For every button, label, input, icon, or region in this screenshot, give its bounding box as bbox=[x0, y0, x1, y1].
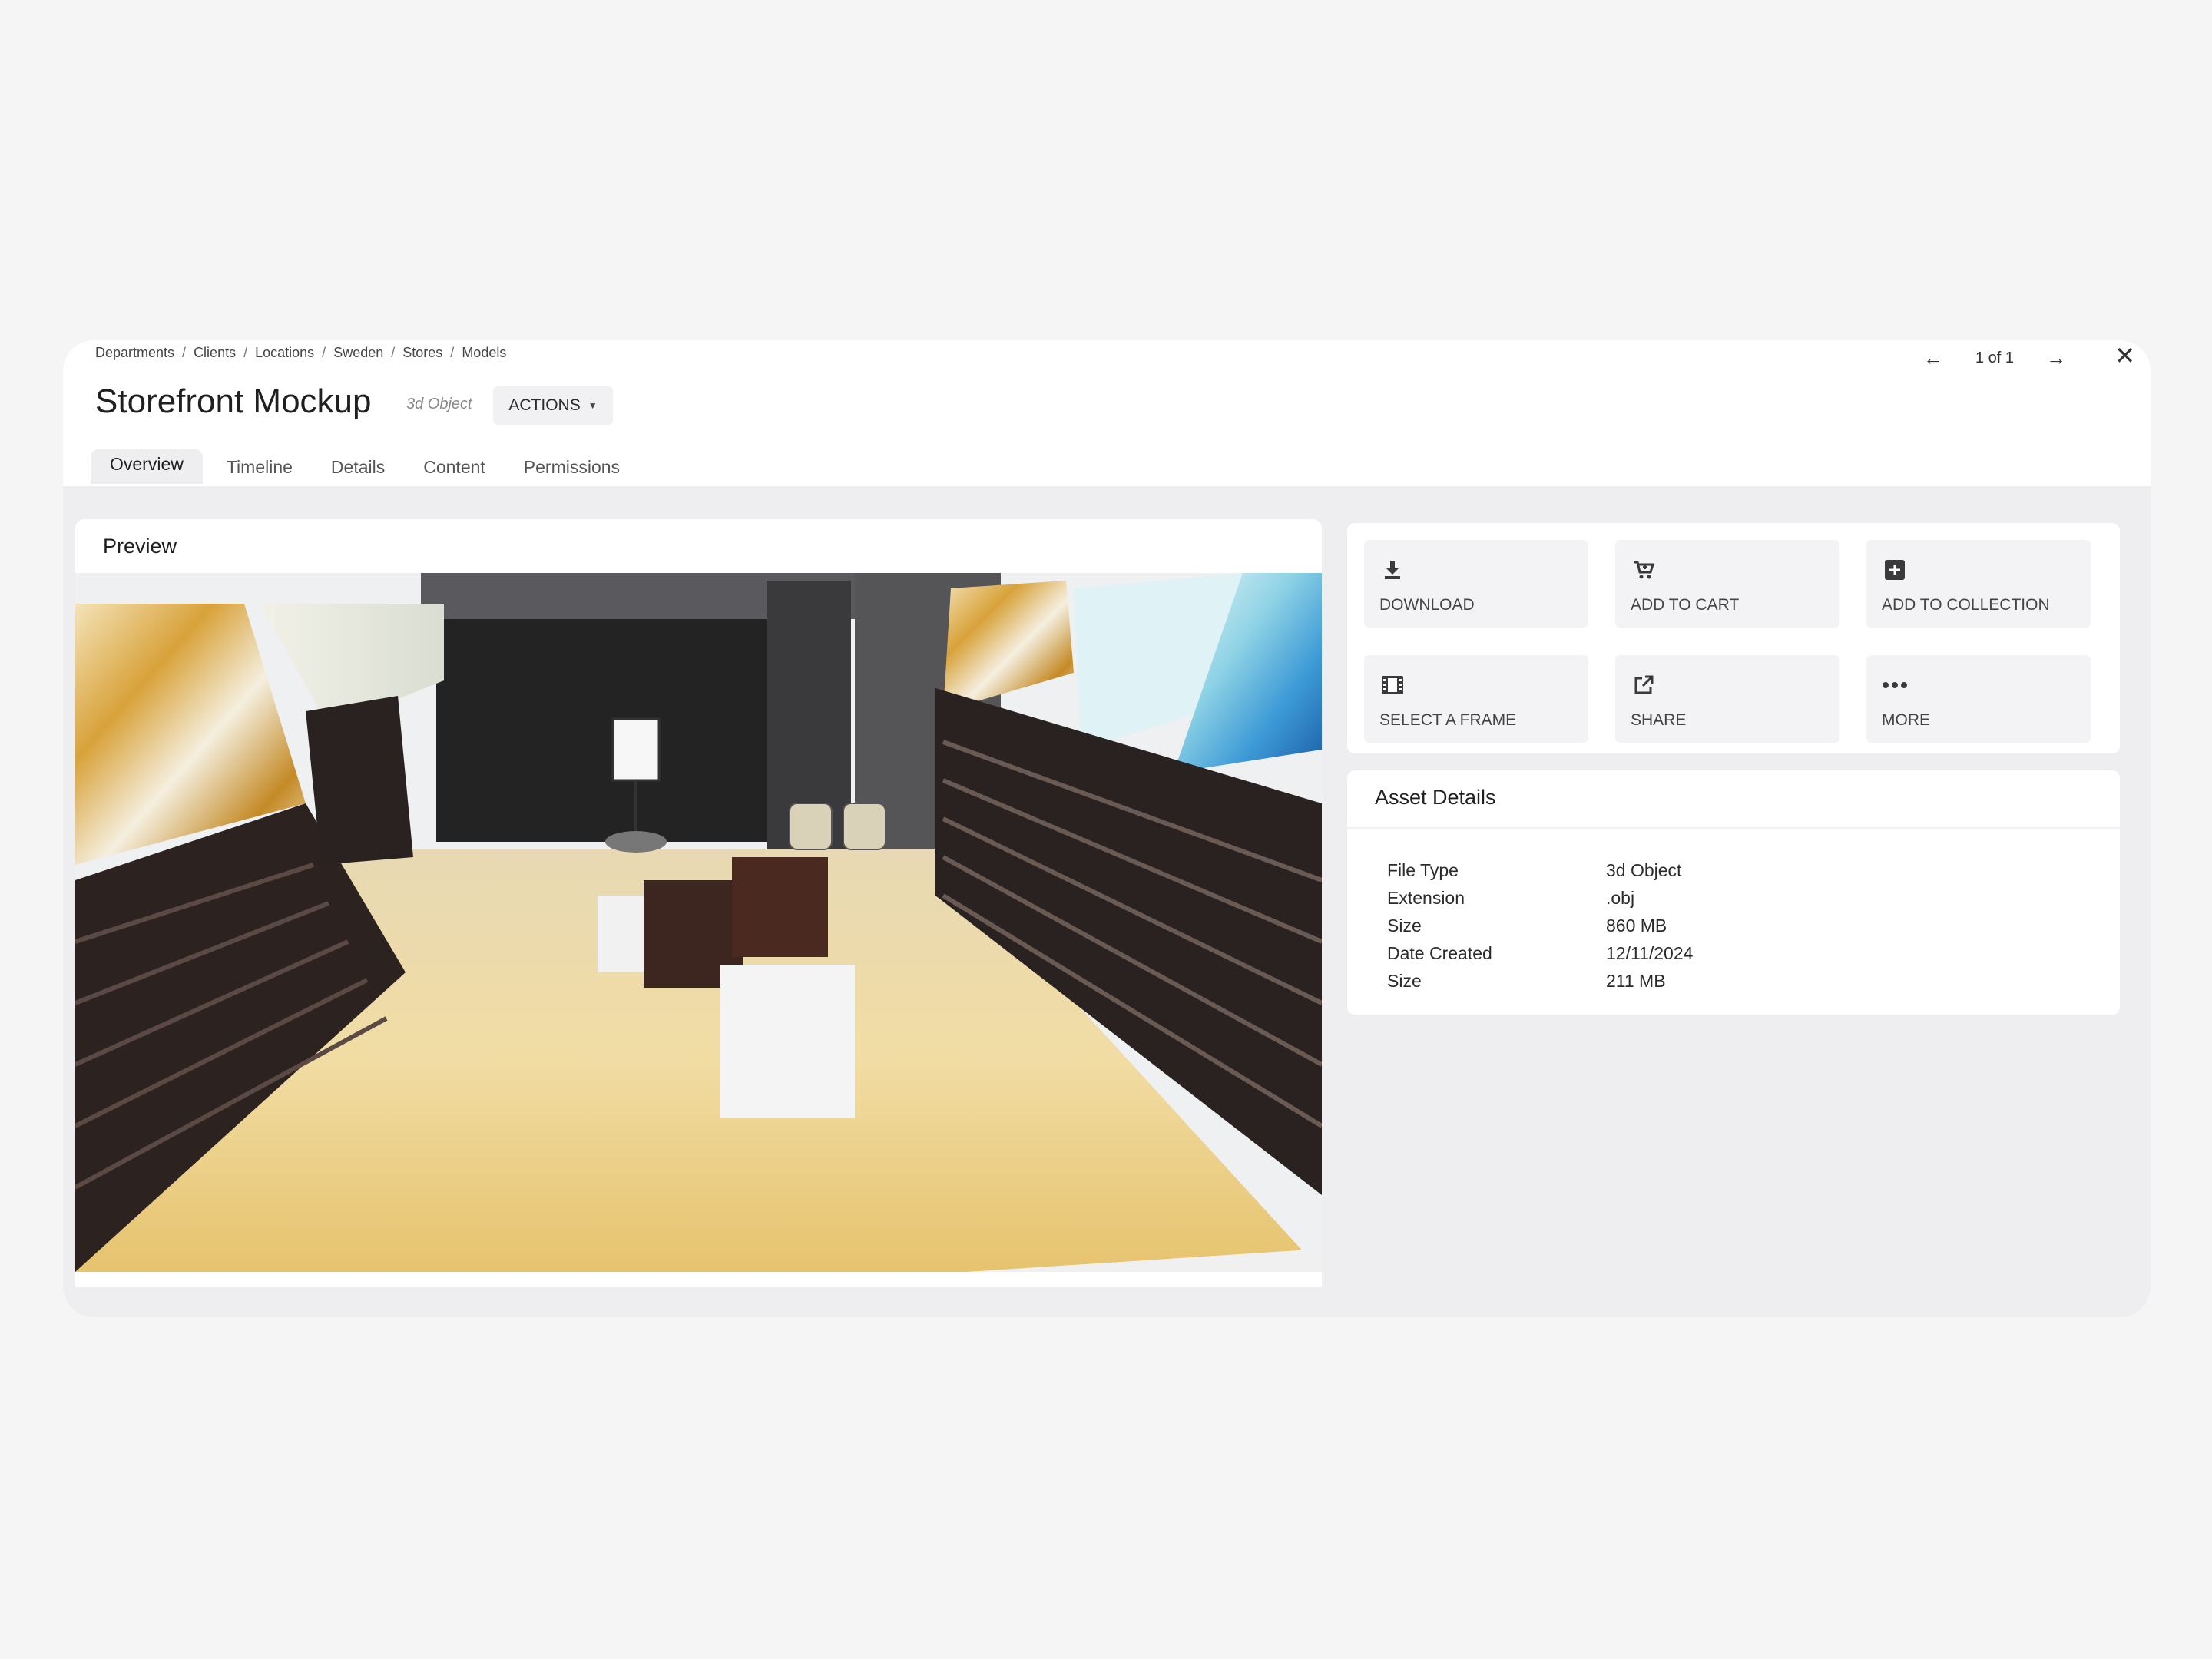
tab-bar: Overview Timeline Details Content Permis… bbox=[91, 449, 639, 484]
asset-details-title: Asset Details bbox=[1375, 786, 1496, 809]
tab-overview[interactable]: Overview bbox=[91, 449, 203, 484]
breadcrumb-separator: / bbox=[322, 345, 326, 360]
add-to-cart-button[interactable]: ADD TO CART bbox=[1615, 540, 1839, 628]
detail-row: Size 211 MB bbox=[1387, 967, 1693, 995]
close-icon[interactable]: ✕ bbox=[2114, 343, 2135, 368]
detail-row: Size 860 MB bbox=[1387, 912, 1693, 939]
pager-count: 1 of 1 bbox=[1975, 349, 2014, 366]
detail-value: 211 MB bbox=[1606, 970, 1666, 991]
arrow-right-icon[interactable]: → bbox=[2046, 346, 2066, 370]
breadcrumb-item-sweden[interactable]: Sweden bbox=[333, 345, 383, 361]
divider bbox=[1347, 827, 2120, 830]
detail-key: Size bbox=[1387, 915, 1422, 935]
caret-down-icon: ▼ bbox=[588, 400, 598, 411]
asset-type-label: 3d Object bbox=[406, 396, 472, 412]
detail-key: Size bbox=[1387, 970, 1422, 991]
detail-key: File Type bbox=[1387, 859, 1459, 880]
preview-title: Preview bbox=[103, 535, 177, 558]
pager: ← 1 of 1 → bbox=[1923, 346, 2066, 370]
asset-header: Departments / Clients / Locations / Swed… bbox=[63, 340, 2151, 486]
asset-details-table: File Type 3d Object Extension .obj Size … bbox=[1387, 856, 1693, 995]
film-frame-icon bbox=[1379, 672, 1406, 698]
cart-icon bbox=[1631, 557, 1657, 583]
detail-value: 12/11/2024 bbox=[1606, 942, 1694, 963]
actions-button-label: ACTIONS bbox=[508, 396, 581, 414]
download-button[interactable]: DOWNLOAD bbox=[1364, 540, 1588, 628]
breadcrumb-separator: / bbox=[182, 345, 187, 360]
add-to-cart-label: ADD TO CART bbox=[1631, 596, 1740, 614]
model-preview-image[interactable] bbox=[75, 573, 1322, 1272]
download-icon bbox=[1379, 557, 1406, 583]
asset-detail-window: Departments / Clients / Locations / Swed… bbox=[63, 340, 2151, 1317]
breadcrumb-separator: / bbox=[391, 345, 396, 360]
breadcrumb-item-stores[interactable]: Stores bbox=[402, 345, 442, 361]
share-icon bbox=[1631, 672, 1657, 698]
detail-key: Extension bbox=[1387, 887, 1465, 908]
tab-details[interactable]: Details bbox=[312, 449, 404, 484]
add-to-collection-button[interactable]: ADD TO COLLECTION bbox=[1866, 540, 2091, 628]
breadcrumb: Departments / Clients / Locations / Swed… bbox=[95, 345, 506, 361]
breadcrumb-item-models[interactable]: Models bbox=[462, 345, 506, 361]
more-button[interactable]: MORE bbox=[1866, 655, 2091, 743]
detail-row: Date Created 12/11/2024 bbox=[1387, 939, 1693, 967]
share-button[interactable]: SHARE bbox=[1615, 655, 1839, 743]
preview-card: Preview bbox=[75, 519, 1322, 1287]
detail-key: Date Created bbox=[1387, 942, 1492, 963]
actions-dropdown-button[interactable]: ACTIONS ▼ bbox=[493, 386, 613, 425]
arrow-left-icon[interactable]: ← bbox=[1923, 346, 1943, 370]
breadcrumb-item-clients[interactable]: Clients bbox=[194, 345, 236, 361]
detail-row: File Type 3d Object bbox=[1387, 856, 1693, 884]
detail-row: Extension .obj bbox=[1387, 884, 1693, 912]
detail-value: .obj bbox=[1606, 887, 1635, 908]
tab-timeline[interactable]: Timeline bbox=[207, 449, 312, 484]
quick-actions-card: DOWNLOAD ADD TO CART ADD TO COLLECTION S… bbox=[1347, 523, 2120, 753]
page-title: Storefront Mockup bbox=[95, 382, 372, 420]
share-label: SHARE bbox=[1631, 711, 1687, 729]
tab-content[interactable]: Content bbox=[404, 449, 505, 484]
tab-permissions[interactable]: Permissions bbox=[505, 449, 639, 484]
more-label: MORE bbox=[1882, 711, 1930, 729]
select-frame-label: SELECT A FRAME bbox=[1379, 711, 1517, 729]
download-label: DOWNLOAD bbox=[1379, 596, 1475, 614]
detail-value: 3d Object bbox=[1606, 859, 1682, 880]
breadcrumb-item-departments[interactable]: Departments bbox=[95, 345, 174, 361]
add-to-collection-label: ADD TO COLLECTION bbox=[1882, 596, 2050, 614]
add-collection-icon bbox=[1882, 557, 1908, 583]
detail-value: 860 MB bbox=[1606, 915, 1667, 935]
breadcrumb-item-locations[interactable]: Locations bbox=[255, 345, 314, 361]
select-frame-button[interactable]: SELECT A FRAME bbox=[1364, 655, 1588, 743]
breadcrumb-separator: / bbox=[243, 345, 248, 360]
more-icon bbox=[1882, 672, 1908, 698]
asset-details-card: Asset Details File Type 3d Object Extens… bbox=[1347, 770, 2120, 1015]
breadcrumb-separator: / bbox=[450, 345, 455, 360]
